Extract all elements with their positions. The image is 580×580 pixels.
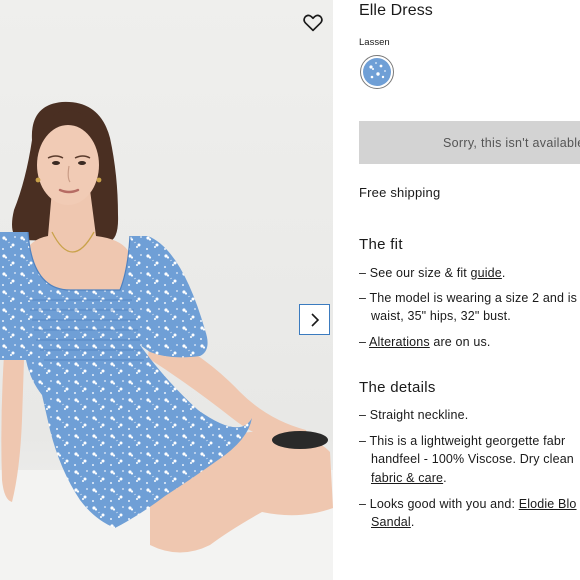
details-item-pairings: – Looks good with you and: Elodie Blo xyxy=(359,496,577,512)
elodie-blouse-link[interactable]: Elodie Blo xyxy=(519,497,577,511)
heart-outline-icon xyxy=(303,14,323,32)
shipping-info: Free shipping xyxy=(359,185,441,200)
details-item-fabric: – This is a lightweight georgette fabr xyxy=(359,434,566,448)
color-name-label: Lassen xyxy=(359,37,390,48)
fit-item-alterations-text: are on us. xyxy=(429,335,491,349)
product-photo xyxy=(0,0,333,580)
fit-item-model-size: – The model is wearing a size 2 and is xyxy=(359,291,578,305)
details-heading: The details xyxy=(359,379,436,396)
product-details-panel: Elle Dress Lassen Sorry, this isn't avai… xyxy=(359,0,580,580)
pairings-end: . xyxy=(410,515,415,529)
fit-item-size-guide: – See our size & fit guide. xyxy=(359,265,506,281)
wishlist-button[interactable] xyxy=(301,11,325,35)
chevron-right-icon xyxy=(310,312,319,327)
details-item-pairings-cont: Sandal. xyxy=(371,514,414,530)
details-item-neckline: – Straight neckline. xyxy=(359,408,469,422)
details-item-fabric-cont: handfeel - 100% Viscose. Dry clean xyxy=(371,452,574,466)
next-image-button[interactable] xyxy=(299,304,330,335)
swatch-floral-pattern xyxy=(363,58,391,86)
pairings-text: – Looks good with you and: xyxy=(359,497,519,511)
sandal-link[interactable]: Sandal xyxy=(371,515,411,529)
fit-heading: The fit xyxy=(359,236,403,253)
size-guide-link[interactable]: guide xyxy=(471,266,502,280)
product-title: Elle Dress xyxy=(359,2,433,19)
fit-item-size-guide-end: . xyxy=(501,266,506,280)
fit-item-size-guide-text: – See our size & fit xyxy=(359,266,471,280)
unavailable-button[interactable]: Sorry, this isn't available xyxy=(359,121,580,164)
product-image-gallery xyxy=(0,0,333,580)
fit-item-model-measurements: waist, 35" hips, 32" bust. xyxy=(371,309,511,323)
fit-item-alterations-dash: – xyxy=(359,335,370,349)
unavailable-button-label: Sorry, this isn't available xyxy=(443,135,580,150)
alterations-link[interactable]: Alterations xyxy=(369,335,430,349)
details-item-fabric-care: fabric & care. xyxy=(371,470,447,486)
fit-item-alterations: – Alterations are on us. xyxy=(359,334,490,350)
fabric-care-link[interactable]: fabric & care xyxy=(371,471,443,485)
color-swatch-lassen[interactable] xyxy=(360,55,394,89)
fabric-care-end: . xyxy=(443,471,447,485)
